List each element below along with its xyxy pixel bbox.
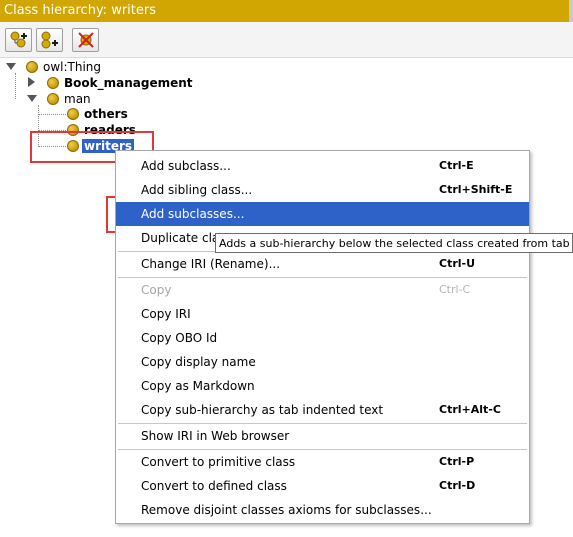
menu-item-label: Show IRI in Web browser <box>141 429 290 443</box>
tree-connector <box>15 73 16 99</box>
class-icon <box>47 93 59 105</box>
tree-node-others[interactable]: others <box>67 106 128 122</box>
menu-item-add-subclass[interactable]: Add subclass... Ctrl-E <box>116 154 529 178</box>
menu-item-shortcut: Ctrl-D <box>439 479 476 492</box>
menu-item-copy-iri[interactable]: Copy IRI <box>116 302 529 326</box>
menu-item-label: Add subclass... <box>141 159 231 173</box>
class-icon <box>67 108 79 120</box>
menu-item-remove-disjoint-axioms[interactable]: Remove disjoint classes axioms for subcl… <box>116 498 529 522</box>
menu-item-label: Copy as Markdown <box>141 379 255 393</box>
menu-item-label: Add subclasses... <box>141 207 245 221</box>
menu-item-copy-sub-hierarchy[interactable]: Copy sub-hierarchy as tab indented text … <box>116 398 529 422</box>
tree-node-label: others <box>84 107 128 121</box>
tree-node-label: owl:Thing <box>43 60 102 74</box>
menu-item-add-sibling[interactable]: Add sibling class... Ctrl+Shift-E <box>116 178 529 202</box>
menu-item-copy-display-name[interactable]: Copy display name <box>116 350 529 374</box>
tree-node-label: Book_management <box>64 76 193 90</box>
tree-node-book-management[interactable]: Book_management <box>47 75 193 91</box>
tree-connector <box>38 114 66 115</box>
menu-item-show-iri-in-browser[interactable]: Show IRI in Web browser <box>116 424 529 448</box>
menu-item-shortcut: Ctrl-C <box>439 283 471 296</box>
class-icon <box>47 77 59 89</box>
delete-class-icon <box>78 32 94 48</box>
menu-item-shortcut: Ctrl+Alt-C <box>439 403 501 416</box>
hierarchy-toolbar <box>0 22 573 58</box>
menu-item-copy-obo-id[interactable]: Copy OBO Id <box>116 326 529 350</box>
add-subclass-icon <box>10 31 27 48</box>
menu-item-shortcut: Ctrl+Shift-E <box>439 183 513 196</box>
menu-item-label: Convert to defined class <box>141 479 287 493</box>
add-sibling-icon <box>41 31 58 49</box>
menu-item-label: Copy <box>141 283 172 297</box>
add-subclass-button[interactable] <box>5 28 32 52</box>
menu-item-label: Duplicate cla <box>141 231 220 245</box>
menu-item-copy-as-markdown[interactable]: Copy as Markdown <box>116 374 529 398</box>
view-title-bar: Class hierarchy: writers <box>0 0 573 22</box>
menu-item-change-iri[interactable]: Change IRI (Rename)... Ctrl-U <box>116 252 529 276</box>
expand-toggle-icon[interactable] <box>6 63 16 70</box>
menu-item-label: Add sibling class... <box>141 183 253 197</box>
tree-node-label: man <box>64 92 91 106</box>
menu-item-add-subclasses[interactable]: Add subclasses... <box>116 202 529 226</box>
menu-item-label: Convert to primitive class <box>141 455 296 469</box>
tree-node-owl-thing[interactable]: owl:Thing <box>26 59 101 75</box>
menu-item-shortcut: Ctrl-E <box>439 159 474 172</box>
menu-item-label: Change IRI (Rename)... <box>141 257 281 271</box>
menu-item-label: Copy sub-hierarchy as tab indented text <box>141 403 384 417</box>
tooltip: Adds a sub-hierarchy below the selected … <box>215 233 573 253</box>
collapse-toggle-icon[interactable] <box>28 77 35 87</box>
add-sibling-button[interactable] <box>36 28 63 52</box>
view-title: Class hierarchy: writers <box>4 3 157 18</box>
context-menu: Add subclass... Ctrl-E Add sibling class… <box>115 150 530 524</box>
menu-item-label: Copy OBO Id <box>141 331 218 345</box>
class-icon <box>26 61 38 73</box>
menu-item-copy[interactable]: Copy Ctrl-C <box>116 278 529 302</box>
menu-item-shortcut: Ctrl-U <box>439 257 476 270</box>
menu-item-label: Copy IRI <box>141 307 191 321</box>
menu-item-convert-to-primitive[interactable]: Convert to primitive class Ctrl-P <box>116 450 529 474</box>
menu-item-label: Copy display name <box>141 355 256 369</box>
expand-toggle-icon[interactable] <box>27 95 37 102</box>
menu-item-label: Remove disjoint classes axioms for subcl… <box>141 503 432 517</box>
delete-class-button[interactable] <box>72 28 99 52</box>
tree-node-man[interactable]: man <box>47 91 91 107</box>
menu-item-shortcut: Ctrl-P <box>439 455 475 468</box>
menu-item-convert-to-defined[interactable]: Convert to defined class Ctrl-D <box>116 474 529 498</box>
title-bar-corner <box>569 0 573 22</box>
